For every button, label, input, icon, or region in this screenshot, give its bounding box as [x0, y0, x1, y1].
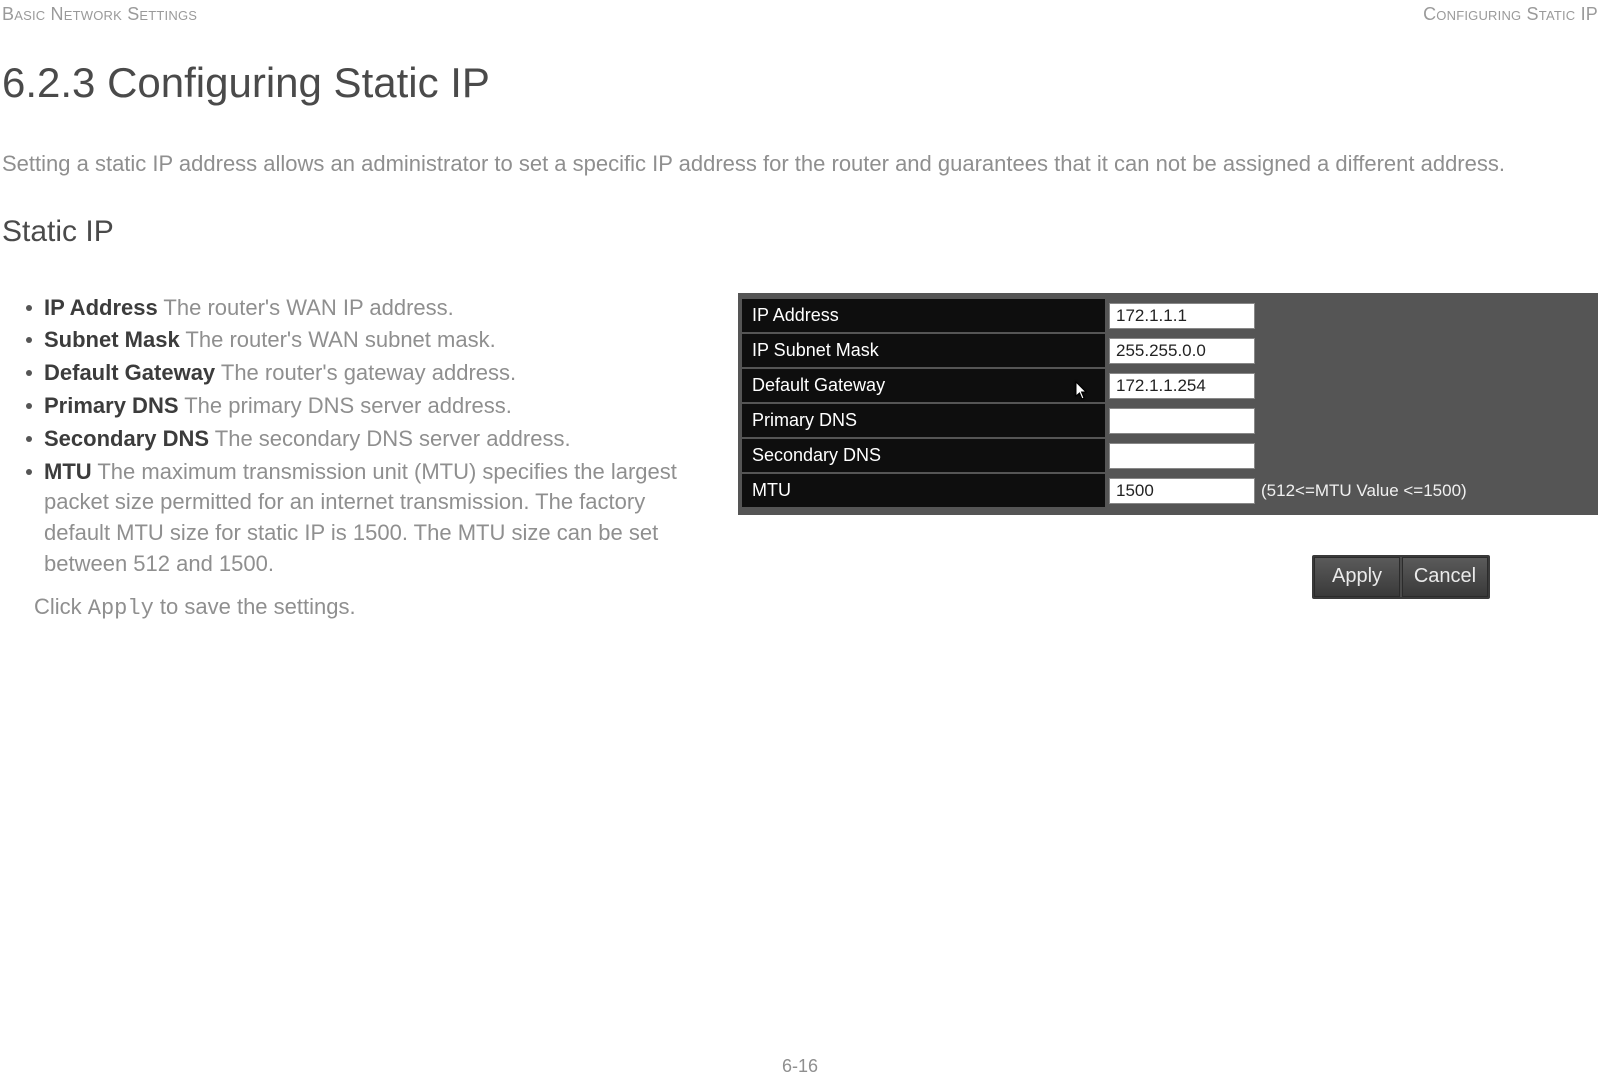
row-mtu: MTU (512<=MTU Value <=1500) [742, 474, 1594, 508]
definitions-column: IP Address The router's WAN IP address. … [0, 293, 738, 621]
apply-post: to save the settings. [154, 594, 356, 619]
header-right: Configuring Static IP [1423, 4, 1598, 25]
definition-ip-address: IP Address The router's WAN IP address. [26, 293, 714, 324]
intro-paragraph: Setting a static IP address allows an ad… [2, 149, 1598, 179]
desc: The secondary DNS server address. [209, 426, 571, 451]
apply-code: Apply [88, 596, 154, 621]
row-ip-address: IP Address [742, 299, 1594, 333]
desc: The primary DNS server address. [179, 393, 512, 418]
desc: The maximum transmission unit (MTU) spec… [44, 459, 677, 576]
definition-mtu: MTU The maximum transmission unit (MTU) … [26, 457, 714, 580]
subsection-heading: Static IP [2, 215, 1598, 249]
input-ip-address[interactable] [1109, 303, 1255, 329]
hint-mtu: (512<=MTU Value <=1500) [1261, 481, 1467, 501]
input-primary-dns[interactable] [1109, 408, 1255, 434]
input-default-gateway[interactable] [1109, 373, 1255, 399]
label-default-gateway: Default Gateway [742, 369, 1105, 402]
apply-instruction: Click Apply to save the settings. [34, 594, 714, 621]
content-row: IP Address The router's WAN IP address. … [0, 293, 1600, 621]
row-default-gateway: Default Gateway [742, 369, 1594, 403]
label-secondary-dns: Secondary DNS [742, 439, 1105, 472]
row-primary-dns: Primary DNS [742, 404, 1594, 438]
definition-primary-dns: Primary DNS The primary DNS server addre… [26, 391, 714, 422]
desc: The router's WAN IP address. [158, 295, 454, 320]
apply-pre: Click [34, 594, 88, 619]
label-ip-subnet-mask: IP Subnet Mask [742, 334, 1105, 367]
term: Primary DNS [44, 393, 179, 418]
input-mtu[interactable] [1109, 478, 1255, 504]
term: IP Address [44, 295, 158, 320]
input-secondary-dns[interactable] [1109, 443, 1255, 469]
page-number: 6-16 [0, 1056, 1600, 1077]
desc: The router's gateway address. [215, 360, 516, 385]
definition-secondary-dns: Secondary DNS The secondary DNS server a… [26, 424, 714, 455]
button-bar: Apply Cancel [1312, 555, 1490, 599]
screenshot-column: IP Address IP Subnet Mask Default Gatewa… [738, 293, 1600, 621]
label-primary-dns: Primary DNS [742, 404, 1105, 437]
row-ip-subnet-mask: IP Subnet Mask [742, 334, 1594, 368]
definitions-list: IP Address The router's WAN IP address. … [26, 293, 714, 580]
router-settings-panel: IP Address IP Subnet Mask Default Gatewa… [738, 293, 1598, 515]
definition-subnet-mask: Subnet Mask The router's WAN subnet mask… [26, 325, 714, 356]
row-secondary-dns: Secondary DNS [742, 439, 1594, 473]
apply-button[interactable]: Apply [1314, 557, 1400, 597]
header-left: Basic Network Settings [2, 4, 197, 25]
definition-default-gateway: Default Gateway The router's gateway add… [26, 358, 714, 389]
cursor-icon [1075, 379, 1089, 399]
term: Secondary DNS [44, 426, 209, 451]
label-mtu: MTU [742, 474, 1105, 507]
cancel-button[interactable]: Cancel [1402, 557, 1488, 597]
term: Subnet Mask [44, 327, 180, 352]
term: Default Gateway [44, 360, 215, 385]
doc-header: Basic Network Settings Configuring Stati… [0, 0, 1600, 25]
label-ip-address: IP Address [742, 299, 1105, 332]
term: MTU [44, 459, 92, 484]
input-ip-subnet-mask[interactable] [1109, 338, 1255, 364]
section-heading: 6.2.3 Configuring Static IP [2, 59, 1598, 107]
desc: The router's WAN subnet mask. [180, 327, 496, 352]
